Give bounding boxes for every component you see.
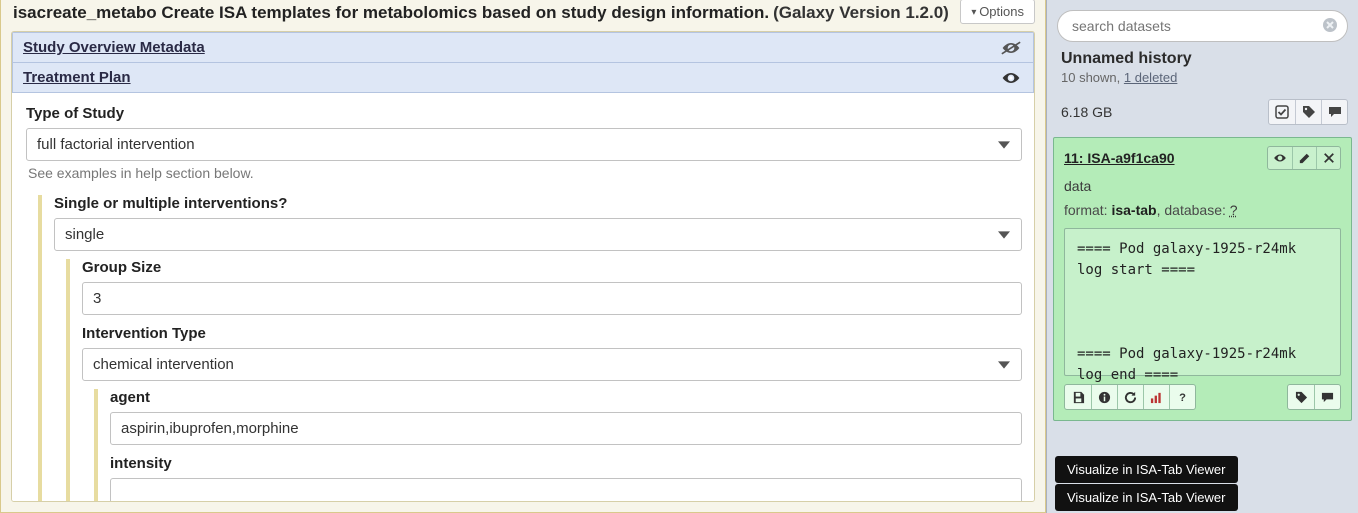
intensity-input[interactable] (110, 478, 1022, 502)
tooltip-visualize-2: Visualize in ISA-Tab Viewer (1055, 484, 1238, 511)
history-panel: Unnamed history 10 shown, 1 deleted 6.18… (1046, 0, 1358, 513)
eye-icon[interactable] (1001, 71, 1023, 85)
format-key: format: (1064, 202, 1111, 218)
clear-search-icon[interactable] (1322, 17, 1338, 33)
tool-title: isacreate_metabo Create ISA templates fo… (13, 3, 769, 23)
interventions-select[interactable]: single (54, 218, 1022, 251)
dataset-data-label: data (1064, 178, 1341, 194)
history-shown-count: 10 shown, (1061, 70, 1124, 85)
section-overview-title: Study Overview Metadata (23, 39, 205, 56)
dataset-name[interactable]: 11: ISA-a9f1ca90 (1064, 150, 1175, 166)
eye-slash-icon[interactable] (1001, 41, 1023, 55)
agent-label: agent (110, 389, 1022, 406)
tag-icon[interactable] (1288, 385, 1314, 409)
dataset-log: ==== Pod galaxy-1925-r24mk log start ===… (1064, 228, 1341, 376)
search-datasets-input[interactable] (1057, 10, 1348, 42)
history-title[interactable]: Unnamed history (1061, 50, 1344, 68)
format-value: isa-tab (1111, 202, 1156, 218)
select-all-icon[interactable] (1269, 100, 1295, 124)
history-deleted-link[interactable]: 1 deleted (1124, 70, 1178, 85)
save-icon[interactable] (1065, 385, 1091, 409)
type-of-study-label: Type of Study (26, 105, 1022, 122)
tag-icon[interactable] (1295, 100, 1321, 124)
comment-icon[interactable] (1321, 100, 1347, 124)
indent-2: Group Size Intervention Type chemical in… (66, 259, 1022, 502)
history-size: 6.18 GB (1061, 104, 1112, 120)
tooltip-visualize-1: Visualize in ISA-Tab Viewer (1055, 456, 1238, 483)
dataset-item: 11: ISA-a9f1ca90 data format: isa-tab, d… (1053, 137, 1352, 421)
group-size-input[interactable] (82, 282, 1022, 315)
treatment-section-body: Type of Study full factorial interventio… (12, 93, 1034, 502)
interventions-label: Single or multiple interventions? (54, 195, 1022, 212)
visualize-icon[interactable] (1143, 385, 1169, 409)
database-value[interactable]: ? (1230, 202, 1238, 218)
section-overview-header[interactable]: Study Overview Metadata (12, 32, 1034, 63)
edit-icon[interactable] (1292, 147, 1316, 169)
intervention-type-label: Intervention Type (82, 325, 1022, 342)
intensity-label: intensity (110, 455, 1022, 472)
rerun-icon[interactable] (1117, 385, 1143, 409)
help-icon[interactable]: ? (1169, 385, 1195, 409)
display-icon[interactable] (1268, 147, 1292, 169)
tool-body: Study Overview Metadata Treatment Plan T… (11, 31, 1035, 502)
options-label: Options (979, 4, 1024, 19)
svg-text:?: ? (1179, 392, 1186, 404)
section-treatment-header[interactable]: Treatment Plan (12, 62, 1034, 93)
tool-header: isacreate_metabo Create ISA templates fo… (1, 0, 1045, 31)
info-icon[interactable] (1091, 385, 1117, 409)
database-key: , database: (1157, 202, 1230, 218)
tool-version: (Galaxy Version 1.2.0) (773, 3, 949, 23)
indent-1: Single or multiple interventions? single… (38, 195, 1022, 502)
delete-icon[interactable] (1316, 147, 1340, 169)
type-of-study-help: See examples in help section below. (26, 161, 1022, 189)
agent-input[interactable] (110, 412, 1022, 445)
history-action-buttons (1268, 99, 1348, 125)
type-of-study-select[interactable]: full factorial intervention (26, 128, 1022, 161)
indent-3: agent intensity (94, 389, 1022, 502)
intervention-type-select[interactable]: chemical intervention (82, 348, 1022, 381)
options-button[interactable]: ▾ Options (960, 0, 1035, 24)
section-treatment-title: Treatment Plan (23, 69, 131, 86)
comment-icon[interactable] (1314, 385, 1340, 409)
history-meta: Unnamed history 10 shown, 1 deleted (1047, 50, 1358, 93)
tool-panel: isacreate_metabo Create ISA templates fo… (0, 0, 1046, 513)
group-size-label: Group Size (82, 259, 1022, 276)
